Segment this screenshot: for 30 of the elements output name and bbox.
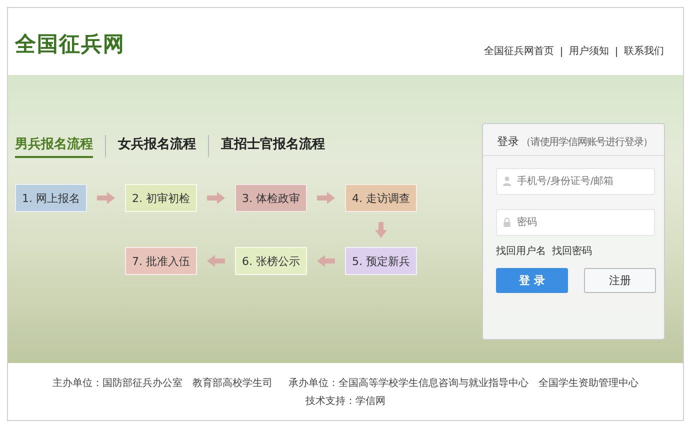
username-field[interactable]: 手机号/身份证号/邮箱 <box>496 168 655 195</box>
arrow-icon <box>207 255 225 267</box>
process-tab[interactable]: 女兵报名流程 <box>105 135 196 158</box>
login-note: （请使用学信网账号进行登录） <box>521 136 653 149</box>
footer-text: 技术支持：学信网 <box>306 394 386 408</box>
nav-link[interactable]: 全国征兵网首页 <box>477 47 561 57</box>
arrow-icon <box>97 192 115 204</box>
process-tab[interactable]: 直招士官报名流程 <box>208 135 325 158</box>
login-title: 登录 <box>497 134 519 149</box>
process-step: 7. 批准入伍 <box>125 247 197 275</box>
site-logo[interactable]: 全国征兵网 <box>15 30 125 58</box>
register-button[interactable]: 注册 <box>584 268 656 293</box>
process-step: 3. 体检政审 <box>235 184 307 212</box>
footer-text: 主办单位：国防部征兵办公室 教育部高校学生司 <box>52 376 272 390</box>
process-step: 6. 张榜公示 <box>235 247 307 275</box>
text-link[interactable]: 找回用户名 <box>496 244 546 258</box>
process-tab[interactable]: 男兵报名流程 <box>15 135 93 158</box>
text-link[interactable]: 找回密码 <box>552 244 592 258</box>
process-step: 5. 预定新兵 <box>345 247 417 275</box>
arrow-icon <box>317 192 335 204</box>
nav-link[interactable]: 联系我们 <box>616 47 671 57</box>
footer-text: 承办单位：全国高等学校学生信息咨询与就业指导中心 全国学生资助管理中心 <box>288 376 638 390</box>
password-field[interactable]: 密码 <box>496 209 655 236</box>
process-step: 2. 初审初检 <box>125 184 197 212</box>
arrow-icon <box>375 222 387 238</box>
arrow-icon <box>207 192 225 204</box>
process-step: 1. 网上报名 <box>15 184 87 212</box>
nav-link[interactable]: 用户须知 <box>561 47 616 57</box>
arrow-icon <box>317 255 335 267</box>
process-step: 4. 走访调查 <box>345 184 417 212</box>
